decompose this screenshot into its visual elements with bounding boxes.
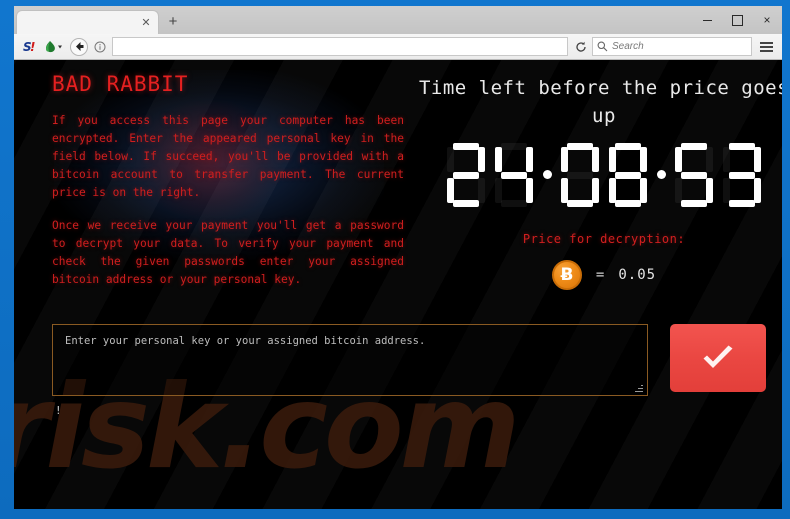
segment-b <box>478 147 485 172</box>
timer-digit <box>492 142 536 210</box>
browser-tab[interactable]: ✕ <box>16 10 159 34</box>
timer-digit <box>672 142 716 210</box>
segment-f <box>723 147 730 172</box>
key-entry-row <box>52 324 766 401</box>
timer-separator <box>653 142 669 210</box>
search-placeholder: Search <box>612 41 644 52</box>
price-label: Price for decryption: <box>522 232 686 246</box>
error-message: ! <box>55 404 62 417</box>
segment-d <box>567 200 593 207</box>
browser-toolbar: S ! Search <box>14 34 782 60</box>
tab-close-icon[interactable]: ✕ <box>138 15 154 31</box>
segment-e <box>609 178 616 203</box>
segment-f <box>675 147 682 172</box>
countdown-column: Time left before the price goes up Price… <box>414 74 782 290</box>
segment-c <box>592 178 599 203</box>
segment-g <box>681 172 707 179</box>
countdown-heading: Time left before the price goes up <box>418 77 782 127</box>
segment-b <box>592 147 599 172</box>
segment-b <box>754 147 761 172</box>
segment-d <box>501 200 527 207</box>
timer-digit <box>444 142 488 210</box>
hamburger-menu-icon[interactable] <box>754 37 778 57</box>
segment-f <box>495 147 502 172</box>
segment-d <box>453 200 479 207</box>
segment-c <box>478 178 485 203</box>
segment-a <box>567 143 593 150</box>
segment-g <box>615 172 641 179</box>
address-bar[interactable] <box>112 37 568 56</box>
back-button[interactable] <box>68 37 90 57</box>
countdown-timer <box>414 142 782 210</box>
segment-a <box>501 143 527 150</box>
timer-digit <box>558 142 602 210</box>
ransom-text-column: BAD RABBIT If you access this page your … <box>52 72 404 304</box>
timer-separator <box>539 142 555 210</box>
personal-key-input[interactable] <box>52 324 648 396</box>
segment-g <box>453 172 479 179</box>
search-icon <box>597 41 608 52</box>
browser-window: ✕ + × S ! Search risk.com BAD RABBIT If … <box>14 6 782 509</box>
segment-a <box>729 143 755 150</box>
segment-a <box>453 143 479 150</box>
page-info-icon[interactable] <box>90 37 110 57</box>
segment-a <box>681 143 707 150</box>
page-title: BAD RABBIT <box>52 72 189 96</box>
price-value: 0.05 <box>618 267 657 283</box>
segment-f <box>447 147 454 172</box>
ransom-paragraph-2: Once we receive your payment you'll get … <box>52 219 404 286</box>
window-controls: × <box>692 6 782 34</box>
submit-button[interactable] <box>670 324 766 392</box>
close-window-button[interactable]: × <box>752 7 782 33</box>
reload-button[interactable] <box>570 37 592 57</box>
segment-g <box>567 172 593 179</box>
segment-g <box>729 172 755 179</box>
segment-f <box>609 147 616 172</box>
segment-c <box>640 178 647 203</box>
segment-g <box>501 172 527 179</box>
window-frame: ✕ + × S ! Search risk.com BAD RABBIT If … <box>0 0 790 519</box>
timer-digit <box>606 142 650 210</box>
checkmark-icon <box>703 345 733 368</box>
tab-strip: ✕ + × <box>14 6 782 34</box>
timer-digit <box>720 142 764 210</box>
segment-e <box>675 178 682 203</box>
segment-d <box>681 200 707 207</box>
bitcoin-icon: Ƀ <box>551 260 582 290</box>
segment-b <box>640 147 647 172</box>
price-row: Ƀ = 0.05 <box>414 260 782 290</box>
segment-d <box>615 200 641 207</box>
extension-icon-superantispyware[interactable]: S ! <box>18 37 40 57</box>
segment-e <box>561 178 568 203</box>
svg-text:!: ! <box>30 40 35 53</box>
segment-e <box>495 178 502 203</box>
search-box[interactable]: Search <box>592 37 752 56</box>
segment-b <box>526 147 533 172</box>
segment-c <box>754 178 761 203</box>
extension-icon-dropdown[interactable] <box>40 37 66 57</box>
segment-f <box>561 147 568 172</box>
segment-c <box>526 178 533 203</box>
ransomware-page: risk.com BAD RABBIT If you access this p… <box>14 60 782 509</box>
back-arrow-icon <box>70 37 88 56</box>
segment-e <box>447 178 454 203</box>
ransom-paragraph-1: If you access this page your computer ha… <box>52 114 404 199</box>
segment-d <box>729 200 755 207</box>
maximize-button[interactable] <box>722 7 752 33</box>
price-equals-sign: = <box>595 267 605 283</box>
segment-b <box>706 147 713 172</box>
minimize-button[interactable] <box>692 7 722 33</box>
segment-c <box>706 178 713 203</box>
new-tab-button[interactable]: + <box>164 13 182 31</box>
segment-e <box>723 178 730 203</box>
segment-a <box>615 143 641 150</box>
